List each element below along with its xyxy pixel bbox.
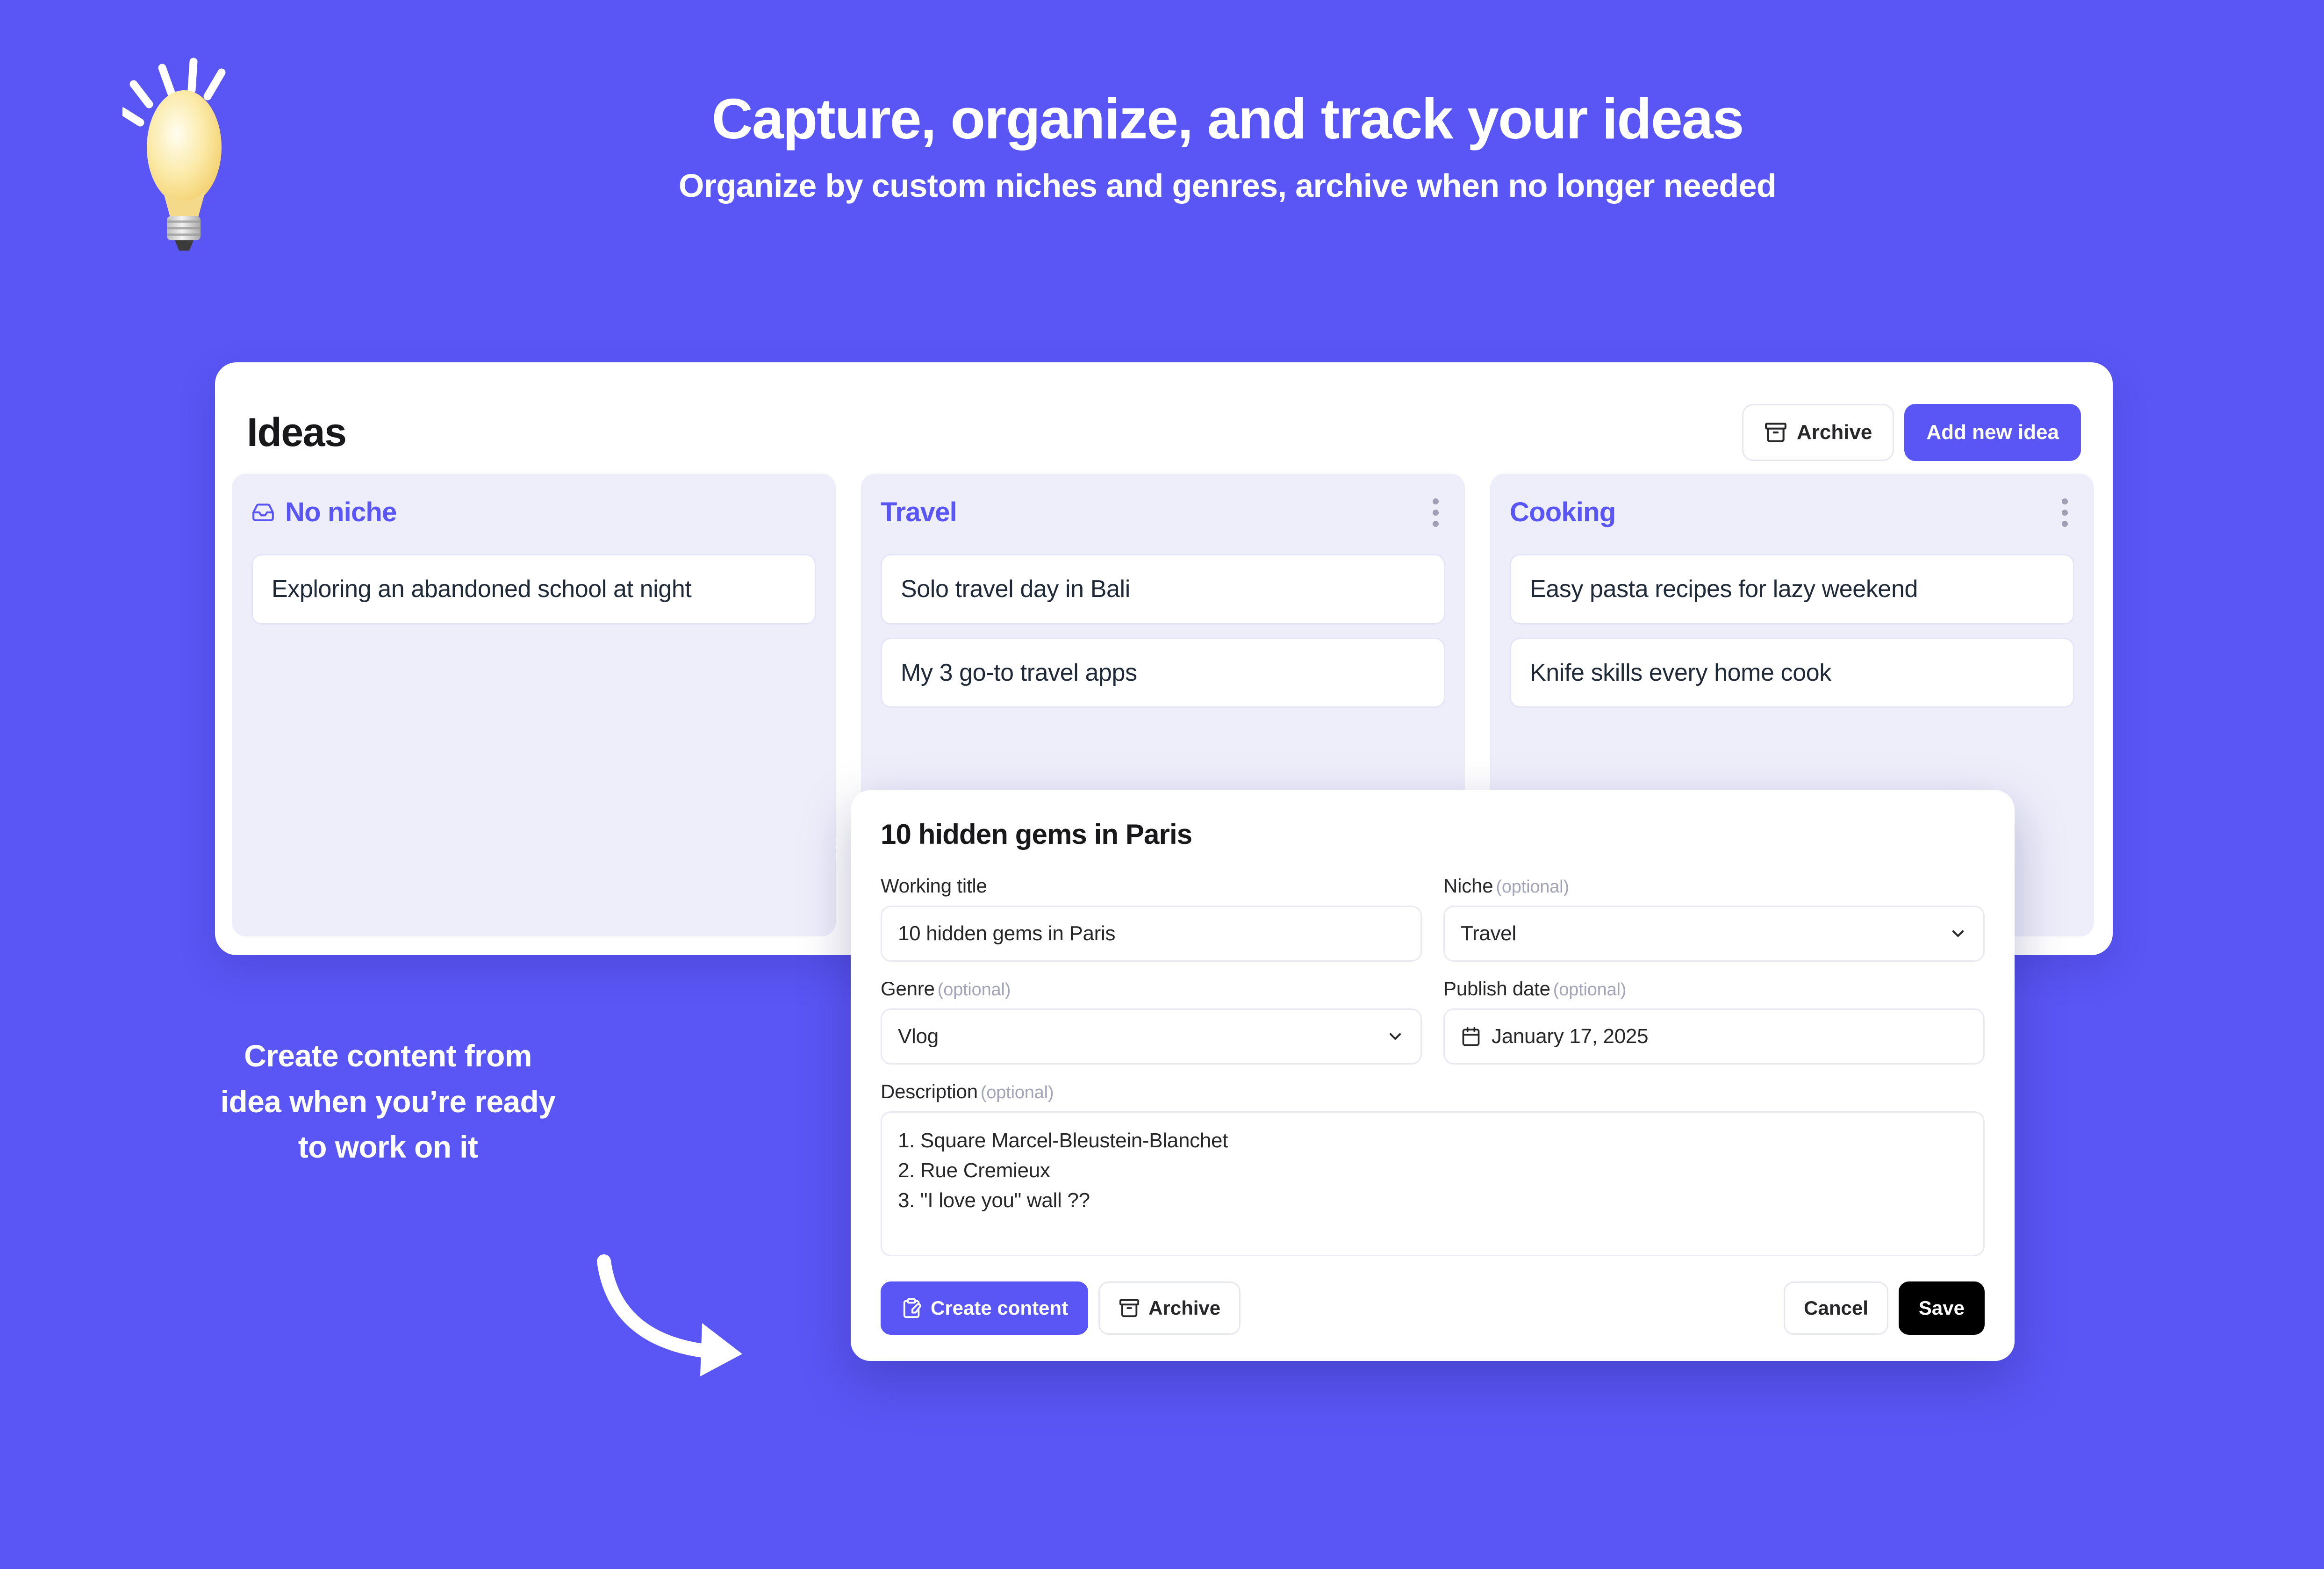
page-title: Ideas [247, 410, 347, 455]
archive-button[interactable]: Archive [1742, 404, 1894, 461]
caption-line-3: to work on it [298, 1130, 478, 1165]
chevron-down-icon [1949, 924, 1967, 943]
publish-date-label: Publish date (optional) [1443, 978, 1627, 1000]
idea-card[interactable]: Solo travel day in Bali [881, 554, 1445, 625]
publish-date-picker[interactable]: January 17, 2025 [1443, 1008, 1985, 1065]
caption-line-2: idea when you’re ready [220, 1084, 556, 1119]
working-title-input[interactable]: 10 hidden gems in Paris [881, 906, 1422, 962]
idea-card[interactable]: My 3 go-to travel apps [881, 637, 1445, 708]
calendar-icon [1461, 1026, 1481, 1047]
idea-detail-modal: 10 hidden gems in Paris Working title 10… [851, 790, 2015, 1361]
chevron-down-icon [1386, 1027, 1405, 1046]
add-new-idea-button[interactable]: Add new idea [1904, 404, 2081, 461]
inbox-icon [251, 501, 275, 524]
hero-section: Capture, organize, and track your ideas … [0, 0, 2324, 299]
genre-select[interactable]: Vlog [881, 1008, 1422, 1065]
header-actions: Archive Add new idea [1742, 404, 2081, 461]
lightbulb-icon [122, 51, 263, 252]
idea-form: Working title 10 hidden gems in Paris Ni… [881, 875, 1985, 1256]
genre-field: Genre (optional) Vlog [881, 978, 1422, 1065]
working-title-field: Working title 10 hidden gems in Paris [881, 875, 1422, 962]
idea-card[interactable]: Knife skills every home cook [1510, 637, 2074, 708]
column-title: No niche [285, 497, 397, 527]
publish-date-field: Publish date (optional) January 17, 2025 [1443, 978, 1985, 1065]
description-field: Description (optional) 1. Square Marcel-B… [881, 1080, 1985, 1256]
idea-card[interactable]: Easy pasta recipes for lazy weekend [1510, 554, 2074, 625]
create-content-button[interactable]: Create content [881, 1281, 1089, 1335]
column-title: Cooking [1510, 497, 1616, 527]
genre-value: Vlog [898, 1025, 939, 1048]
archive-button-label: Archive [1796, 421, 1872, 444]
caption-line-1: Create content from [244, 1038, 532, 1073]
description-textarea[interactable]: 1. Square Marcel-Bleustein-Blanchet 2. R… [881, 1111, 1985, 1256]
add-new-idea-label: Add new idea [1926, 421, 2059, 444]
genre-label: Genre (optional) [881, 978, 1011, 1000]
clipboard-pen-icon [901, 1297, 922, 1319]
hero-subtitle: Organize by custom niches and genres, ar… [678, 167, 1777, 204]
more-vertical-icon[interactable] [2055, 495, 2074, 531]
modal-title: 10 hidden gems in Paris [881, 819, 1192, 850]
column-title: Travel [881, 497, 957, 527]
working-title-label: Working title [881, 875, 987, 897]
modal-archive-button[interactable]: Archive [1098, 1281, 1241, 1335]
publish-date-value: January 17, 2025 [1492, 1025, 1649, 1048]
niche-label: Niche (optional) [1443, 875, 1569, 897]
more-vertical-icon[interactable] [1426, 495, 1445, 531]
niche-value: Travel [1461, 922, 1516, 945]
app-header: Ideas Archive Add new idea [215, 362, 2113, 474]
curved-arrow-down-right-icon [594, 1253, 771, 1384]
create-content-label: Create content [931, 1297, 1069, 1319]
column-header: No niche [251, 495, 816, 530]
save-label: Save [1918, 1297, 1965, 1319]
column-header: Cooking [1510, 495, 2074, 530]
hero-title: Capture, organize, and track your ideas [711, 87, 1744, 151]
archive-box-icon [1119, 1297, 1140, 1319]
cancel-button[interactable]: Cancel [1784, 1281, 1888, 1335]
column-header: Travel [881, 495, 1445, 530]
cancel-label: Cancel [1804, 1297, 1868, 1319]
board-column-no-niche: No niche Exploring an abandoned school a… [232, 474, 836, 936]
modal-archive-label: Archive [1148, 1297, 1221, 1319]
save-button[interactable]: Save [1898, 1281, 1985, 1335]
description-label: Description (optional) [881, 1080, 1054, 1102]
modal-footer: Create content Archive Cancel Save [881, 1281, 1985, 1335]
working-title-value: 10 hidden gems in Paris [898, 922, 1116, 945]
niche-select[interactable]: Travel [1443, 906, 1985, 962]
niche-field: Niche (optional) Travel [1443, 875, 1985, 962]
archive-box-icon [1764, 421, 1787, 444]
idea-card[interactable]: Exploring an abandoned school at night [251, 554, 816, 625]
promo-caption: Create content from idea when you’re rea… [140, 1033, 636, 1170]
